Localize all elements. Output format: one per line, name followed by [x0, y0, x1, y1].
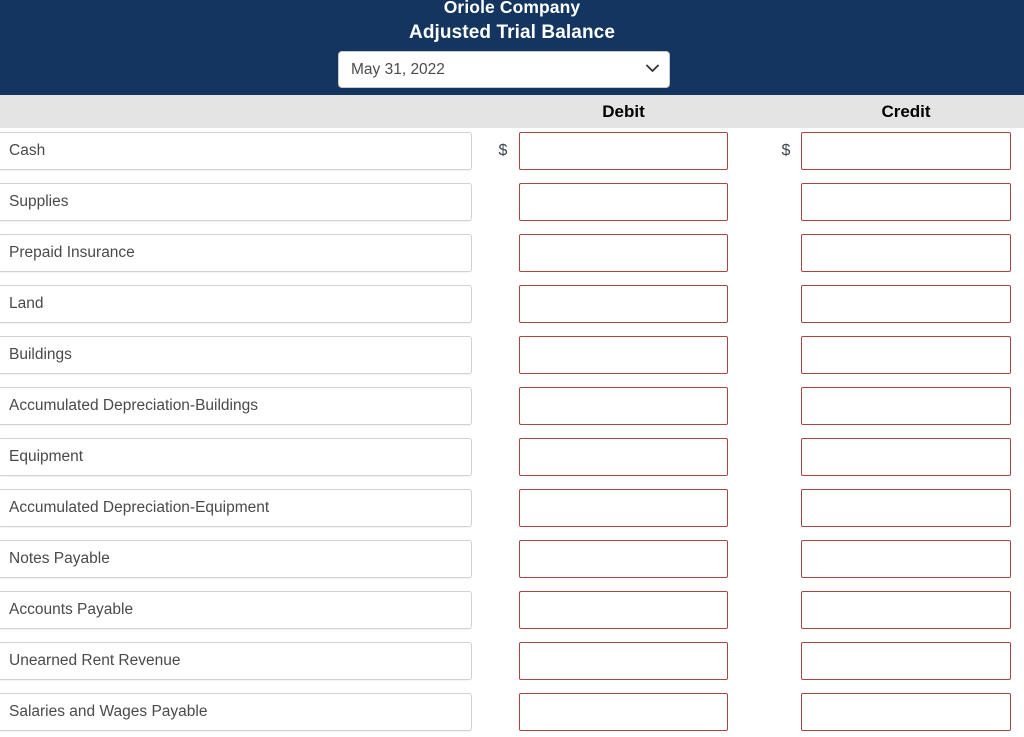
credit-amount-input[interactable]: [802, 388, 1010, 424]
credit-amount-cell[interactable]: [801, 285, 1011, 323]
account-name-label: Accounts Payable: [9, 601, 134, 618]
account-name-label: Unearned Rent Revenue: [9, 652, 181, 669]
credit-amount-cell[interactable]: [801, 387, 1011, 425]
credit-amount-cell[interactable]: [801, 132, 1011, 170]
account-rows: Cash $ $ Supplies Prepaid Insurance Land Build…: [0, 128, 1024, 737]
debit-amount-cell[interactable]: [519, 132, 728, 170]
account-name-label: Notes Payable: [9, 550, 110, 567]
credit-amount-input[interactable]: [802, 643, 1010, 679]
credit-amount-input[interactable]: [802, 439, 1010, 475]
credit-amount-input[interactable]: [802, 133, 1010, 169]
table-row: Cash $ $: [0, 128, 1024, 179]
credit-amount-input[interactable]: [802, 286, 1010, 322]
credit-amount-cell[interactable]: [801, 234, 1011, 272]
debit-amount-cell[interactable]: [519, 489, 728, 527]
table-row: Supplies: [0, 179, 1024, 230]
debit-amount-input[interactable]: [520, 439, 727, 475]
debit-amount-input[interactable]: [520, 184, 727, 220]
table-row: Notes Payable: [0, 536, 1024, 587]
credit-amount-input[interactable]: [802, 184, 1010, 220]
account-name-label: Cash: [9, 142, 46, 159]
period-select-container: May 31, 2022: [338, 51, 670, 88]
account-name-field[interactable]: Buildings: [0, 336, 472, 374]
account-name-field[interactable]: Accumulated Depreciation-Buildings: [0, 387, 472, 425]
table-row: Land: [0, 281, 1024, 332]
account-name-label: Supplies: [9, 193, 69, 210]
column-header-debit: Debit: [602, 102, 645, 121]
debit-amount-cell[interactable]: [519, 387, 728, 425]
credit-amount-input[interactable]: [802, 235, 1010, 271]
table-row: Unearned Rent Revenue: [0, 638, 1024, 689]
debit-amount-input[interactable]: [520, 337, 727, 373]
debit-amount-cell[interactable]: [519, 336, 728, 374]
debit-amount-input[interactable]: [520, 286, 727, 322]
debit-amount-cell[interactable]: [519, 285, 728, 323]
credit-amount-cell[interactable]: [801, 642, 1011, 680]
account-name-field[interactable]: Equipment: [0, 438, 472, 476]
account-name-field[interactable]: Supplies: [0, 183, 472, 221]
account-name-label: Accumulated Depreciation-Equipment: [9, 499, 270, 516]
table-row: Accounts Payable: [0, 587, 1024, 638]
debit-amount-input[interactable]: [520, 643, 727, 679]
credit-amount-cell[interactable]: [801, 540, 1011, 578]
credit-amount-cell[interactable]: [801, 489, 1011, 527]
credit-amount-cell[interactable]: [801, 438, 1011, 476]
account-name-field[interactable]: Land: [0, 285, 472, 323]
account-name-label: Buildings: [9, 346, 72, 363]
debit-amount-input[interactable]: [520, 694, 727, 730]
account-name-label: Accumulated Depreciation-Buildings: [9, 397, 258, 414]
account-name-field[interactable]: Accumulated Depreciation-Equipment: [0, 489, 472, 527]
debit-amount-input[interactable]: [520, 592, 727, 628]
account-name-field[interactable]: Salaries and Wages Payable: [0, 693, 472, 731]
table-row: Buildings: [0, 332, 1024, 383]
debit-amount-cell[interactable]: [519, 438, 728, 476]
account-name-label: Land: [9, 295, 44, 312]
credit-amount-cell[interactable]: [801, 336, 1011, 374]
debit-amount-input[interactable]: [520, 133, 727, 169]
account-name-field[interactable]: Unearned Rent Revenue: [0, 642, 472, 680]
column-header-credit: Credit: [881, 102, 931, 121]
debit-amount-input[interactable]: [520, 541, 727, 577]
table-row: Accumulated Depreciation-Buildings: [0, 383, 1024, 434]
debit-amount-cell[interactable]: [519, 693, 728, 731]
credit-amount-input[interactable]: [802, 592, 1010, 628]
trial-balance-worksheet: Oriole Company Adjusted Trial Balance Ma…: [0, 0, 1024, 737]
debit-amount-cell[interactable]: [519, 642, 728, 680]
account-name-label: Salaries and Wages Payable: [9, 703, 208, 720]
debit-amount-input[interactable]: [520, 235, 727, 271]
debit-amount-cell[interactable]: [519, 183, 728, 221]
company-name: Oriole Company: [443, 0, 581, 17]
period-select[interactable]: May 31, 2022: [338, 51, 670, 88]
table-row: Salaries and Wages Payable: [0, 689, 1024, 737]
credit-amount-input[interactable]: [802, 541, 1010, 577]
credit-amount-cell[interactable]: [801, 183, 1011, 221]
account-name-label: Equipment: [9, 448, 84, 465]
debit-amount-cell[interactable]: [519, 591, 728, 629]
account-name-field[interactable]: Cash: [0, 132, 472, 170]
credit-amount-cell[interactable]: [801, 693, 1011, 731]
report-title: Adjusted Trial Balance: [409, 22, 615, 43]
credit-amount-input[interactable]: [802, 490, 1010, 526]
account-name-label: Prepaid Insurance: [9, 244, 135, 261]
debit-amount-cell[interactable]: [519, 540, 728, 578]
account-name-field[interactable]: Notes Payable: [0, 540, 472, 578]
debit-amount-input[interactable]: [520, 388, 727, 424]
account-name-field[interactable]: Accounts Payable: [0, 591, 472, 629]
table-row: Prepaid Insurance: [0, 230, 1024, 281]
report-header: Oriole Company Adjusted Trial Balance Ma…: [0, 0, 1024, 95]
debit-amount-input[interactable]: [520, 490, 727, 526]
table-row: Accumulated Depreciation-Equipment: [0, 485, 1024, 536]
currency-symbol-debit: $: [498, 142, 508, 159]
currency-symbol-credit: $: [781, 142, 791, 159]
credit-amount-input[interactable]: [802, 337, 1010, 373]
account-name-field[interactable]: Prepaid Insurance: [0, 234, 472, 272]
credit-amount-cell[interactable]: [801, 591, 1011, 629]
column-header-band: Debit Credit: [0, 95, 1024, 128]
debit-amount-cell[interactable]: [519, 234, 728, 272]
table-row: Equipment: [0, 434, 1024, 485]
credit-amount-input[interactable]: [802, 694, 1010, 730]
